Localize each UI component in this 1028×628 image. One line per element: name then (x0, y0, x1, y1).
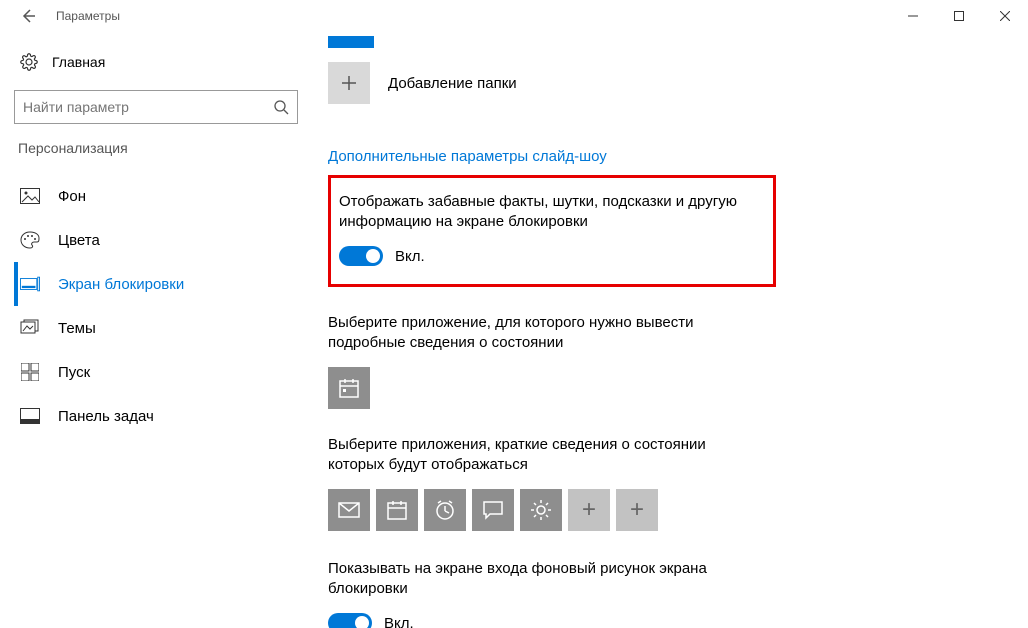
mail-icon (338, 502, 360, 518)
signin-bg-toggle[interactable] (328, 613, 372, 628)
signin-bg-text: Показывать на экране входа фоновый рисун… (328, 559, 758, 599)
signin-bg-state: Вкл. (384, 615, 414, 628)
window-title: Параметры (56, 9, 120, 23)
detailed-app-tile[interactable] (328, 367, 370, 409)
add-folder-label: Добавление папки (388, 75, 517, 92)
nav-label: Панель задач (58, 408, 154, 425)
sun-icon (530, 499, 552, 521)
category-label: Персонализация (18, 140, 300, 156)
quick-app-calendar[interactable] (376, 489, 418, 531)
calendar-icon (338, 377, 360, 399)
themes-icon (20, 319, 40, 337)
nav-item-taskbar[interactable]: Панель задач (14, 394, 300, 438)
minimize-button[interactable] (890, 0, 936, 32)
nav-label: Экран блокировки (58, 276, 184, 293)
nav-item-lockscreen[interactable]: Экран блокировки (14, 262, 300, 306)
plus-icon (340, 74, 358, 92)
lockscreen-icon (20, 276, 40, 292)
titlebar: Параметры (0, 0, 1028, 32)
taskbar-icon (20, 408, 40, 424)
quick-app-add-1[interactable]: + (568, 489, 610, 531)
search-input[interactable] (23, 99, 273, 115)
add-folder-tile[interactable] (328, 62, 370, 104)
search-icon (273, 99, 289, 115)
content-area: Добавление папки Дополнительные параметр… (300, 32, 1028, 628)
clock-icon (434, 499, 456, 521)
nav-label: Цвета (58, 232, 100, 249)
add-folder-row[interactable]: Добавление папки (328, 62, 988, 104)
nav-item-background[interactable]: Фон (14, 174, 300, 218)
close-button[interactable] (982, 0, 1028, 32)
start-icon (20, 363, 40, 381)
window-controls (890, 0, 1028, 32)
detailed-app-text: Выберите приложение, для которого нужно … (328, 313, 758, 353)
picture-icon (20, 188, 40, 204)
album-thumbnail[interactable] (328, 36, 374, 48)
arrow-left-icon (20, 8, 36, 24)
advanced-slideshow-link[interactable]: Дополнительные параметры слайд-шоу (328, 148, 607, 165)
home-button[interactable]: Главная (14, 42, 300, 82)
nav-item-themes[interactable]: Темы (14, 306, 300, 350)
nav-item-colors[interactable]: Цвета (14, 218, 300, 262)
maximize-button[interactable] (936, 0, 982, 32)
nav-label: Темы (58, 320, 96, 337)
quick-app-messaging[interactable] (472, 489, 514, 531)
quick-app-mail[interactable] (328, 489, 370, 531)
quick-apps-text: Выберите приложения, краткие сведения о … (328, 435, 758, 475)
nav-item-start[interactable]: Пуск (14, 350, 300, 394)
sidebar: Главная Персонализация Фон Цвета Экран б… (0, 32, 300, 628)
maximize-icon (954, 11, 964, 21)
gear-icon (20, 53, 38, 71)
fun-facts-toggle[interactable] (339, 246, 383, 266)
search-box[interactable] (14, 90, 298, 124)
palette-icon (20, 231, 40, 249)
chat-icon (482, 500, 504, 520)
back-button[interactable] (8, 0, 48, 32)
minimize-icon (908, 11, 918, 21)
quick-app-alarm[interactable] (424, 489, 466, 531)
quick-app-add-2[interactable]: + (616, 489, 658, 531)
fun-facts-highlight: Отображать забавные факты, шутки, подска… (328, 175, 776, 287)
quick-app-weather[interactable] (520, 489, 562, 531)
home-label: Главная (52, 54, 105, 70)
calendar-icon (386, 499, 408, 521)
fun-facts-text: Отображать забавные факты, шутки, подска… (339, 192, 753, 232)
nav-label: Фон (58, 188, 86, 205)
fun-facts-state: Вкл. (395, 248, 425, 265)
nav-label: Пуск (58, 364, 90, 381)
close-icon (1000, 11, 1010, 21)
